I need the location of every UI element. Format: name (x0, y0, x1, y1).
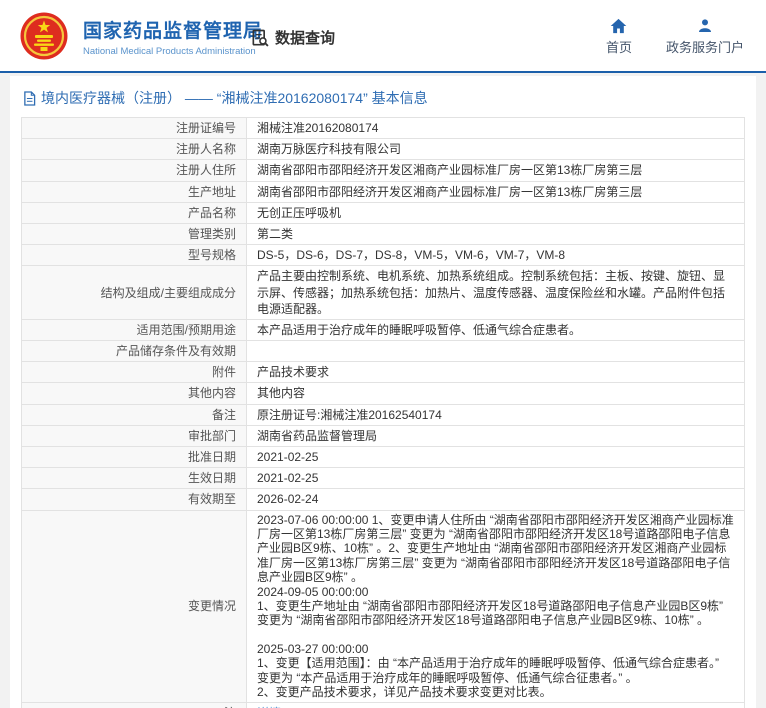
field-value: 2021-02-25 (247, 447, 745, 468)
field-value: 2026-02-24 (247, 489, 745, 510)
field-label: 批准日期 (22, 447, 247, 468)
field-label: 结构及组成/主要组成成分 (22, 266, 247, 320)
field-label: 产品名称 (22, 202, 247, 223)
table-row: 适用范围/预期用途本产品适用于治疗成年的睡眠呼吸暂停、低通气综合症患者。 (22, 319, 745, 340)
field-label: 生效日期 (22, 468, 247, 489)
field-label: 审批部门 (22, 425, 247, 446)
table-row: 批准日期2021-02-25 (22, 447, 745, 468)
field-value: 湖南万脉医疗科技有限公司 (247, 139, 745, 160)
field-value-note: 详情 (247, 702, 745, 708)
field-value: 湘械注准20162080174 (247, 118, 745, 139)
national-emblem-logo (20, 12, 68, 60)
person-icon (697, 18, 713, 34)
field-label: 产品储存条件及有效期 (22, 341, 247, 362)
nav-home-label: 首页 (606, 37, 632, 56)
brand-text: 国家药品监督管理局 National Medical Products Admi… (83, 16, 263, 57)
field-value: 本产品适用于治疗成年的睡眠呼吸暂停、低通气综合症患者。 (247, 319, 745, 340)
field-value: 2021-02-25 (247, 468, 745, 489)
field-value: 原注册证号:湘械注准20162540174 (247, 404, 745, 425)
table-row: 型号规格DS-5，DS-6，DS-7，DS-8，VM-5，VM-6，VM-7，V… (22, 245, 745, 266)
table-row: 产品储存条件及有效期 (22, 341, 745, 362)
field-label: 型号规格 (22, 245, 247, 266)
top-nav: 首页 政务服务门户 (606, 18, 744, 56)
org-name-cn: 国家药品监督管理局 (83, 16, 263, 43)
field-label: 注册人住所 (22, 160, 247, 181)
table-row: ●注 详情 (22, 702, 745, 708)
brand: 国家药品监督管理局 National Medical Products Admi… (20, 12, 263, 60)
table-row: 变更情况2023-07-06 00:00:00 1、变更申请人住所由 “湖南省邵… (22, 510, 745, 702)
nav-portal[interactable]: 政务服务门户 (666, 18, 744, 56)
field-label: 附件 (22, 362, 247, 383)
field-label: 注册人名称 (22, 139, 247, 160)
table-row: 备注原注册证号:湘械注准20162540174 (22, 404, 745, 425)
field-label: 变更情况 (22, 510, 247, 702)
table-row: 其他内容其他内容 (22, 383, 745, 404)
registration-info-table: 注册证编号湘械注准20162080174 注册人名称湖南万脉医疗科技有限公司 注… (21, 117, 745, 708)
content-card: 境内医疗器械（注册） —— “湘械注准20162080174” 基本信息 注册证… (10, 76, 756, 708)
field-value-change-history: 2023-07-06 00:00:00 1、变更申请人住所由 “湖南省邵阳市邵阳… (247, 510, 745, 702)
field-value: 湖南省药品监督管理局 (247, 425, 745, 446)
home-icon (610, 18, 627, 34)
nav-portal-label: 政务服务门户 (666, 37, 744, 56)
field-label: 管理类别 (22, 223, 247, 244)
breadcrumb: 境内医疗器械（注册） —— “湘械注准20162080174” 基本信息 (21, 84, 745, 110)
field-label: 其他内容 (22, 383, 247, 404)
page-title-text: 境内医疗器械（注册） —— “湘械注准20162080174” 基本信息 (41, 88, 428, 108)
field-value: DS-5，DS-6，DS-7，DS-8，VM-5，VM-6，VM-7，VM-8 (247, 245, 745, 266)
data-query-nav[interactable]: 数据查询 (250, 27, 335, 48)
field-value: 产品主要由控制系统、电机系统、加热系统组成。控制系统包括：主板、按键、旋钮、显示… (247, 266, 745, 320)
field-value (247, 341, 745, 362)
field-value: 湖南省邵阳市邵阳经济开发区湘商产业园标准厂房一区第13栋厂房第三层 (247, 181, 745, 202)
table-row: 结构及组成/主要组成成分产品主要由控制系统、电机系统、加热系统组成。控制系统包括… (22, 266, 745, 320)
org-name-en: National Medical Products Administration (83, 46, 263, 57)
field-value: 产品技术要求 (247, 362, 745, 383)
table-row: 审批部门湖南省药品监督管理局 (22, 425, 745, 446)
table-row: 注册证编号湘械注准20162080174 (22, 118, 745, 139)
field-label-note: ●注 (22, 702, 247, 708)
field-label: 适用范围/预期用途 (22, 319, 247, 340)
field-value: 湖南省邵阳市邵阳经济开发区湘商产业园标准厂房一区第13栋厂房第三层 (247, 160, 745, 181)
field-value: 第二类 (247, 223, 745, 244)
table-row: 注册人住所湖南省邵阳市邵阳经济开发区湘商产业园标准厂房一区第13栋厂房第三层 (22, 160, 745, 181)
field-label: 注册证编号 (22, 118, 247, 139)
page-icon (23, 91, 36, 106)
nav-home[interactable]: 首页 (606, 18, 632, 56)
field-label: 有效期至 (22, 489, 247, 510)
table-row: 管理类别第二类 (22, 223, 745, 244)
table-row: 有效期至2026-02-24 (22, 489, 745, 510)
document-search-icon (250, 28, 270, 48)
site-header: 国家药品监督管理局 National Medical Products Admi… (0, 0, 766, 73)
table-row: 注册人名称湖南万脉医疗科技有限公司 (22, 139, 745, 160)
field-label: 生产地址 (22, 181, 247, 202)
table-row: 生效日期2021-02-25 (22, 468, 745, 489)
table-row: 产品名称无创正压呼吸机 (22, 202, 745, 223)
field-value: 无创正压呼吸机 (247, 202, 745, 223)
table-row: 附件产品技术要求 (22, 362, 745, 383)
table-row: 生产地址湖南省邵阳市邵阳经济开发区湘商产业园标准厂房一区第13栋厂房第三层 (22, 181, 745, 202)
field-label: 备注 (22, 404, 247, 425)
field-value: 其他内容 (247, 383, 745, 404)
data-query-label: 数据查询 (275, 27, 335, 48)
